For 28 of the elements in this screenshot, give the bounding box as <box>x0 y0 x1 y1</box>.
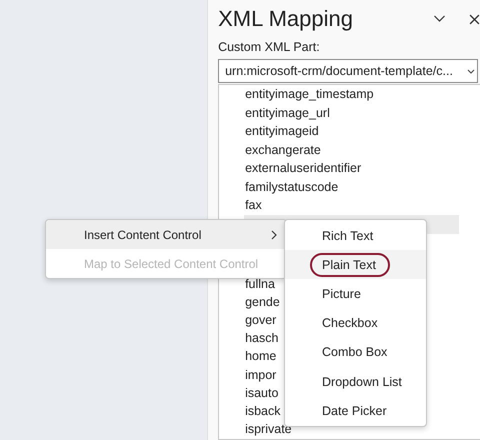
tree-item[interactable]: impor <box>244 368 278 382</box>
tree-item[interactable]: gende <box>244 294 281 309</box>
tree-item[interactable]: isback <box>244 404 282 418</box>
menu-item[interactable]: Combo Box <box>285 338 426 367</box>
pane-title: XML Mapping <box>218 6 353 32</box>
tree-item[interactable]: familystatuscode <box>244 180 340 194</box>
tree-item[interactable]: home <box>244 349 278 364</box>
menu-item[interactable]: Checkbox <box>285 308 426 338</box>
tree-item[interactable]: entityimage_url <box>244 106 331 120</box>
menu-item[interactable]: Rich Text <box>285 221 426 250</box>
caret-icon <box>466 68 475 74</box>
tree-item[interactable]: externaluseridentifier <box>244 161 362 176</box>
chevron-down-icon[interactable] <box>433 15 446 23</box>
menu-item[interactable]: Plain Text <box>285 250 426 280</box>
tree-item[interactable]: gover <box>244 312 278 327</box>
menu-item[interactable]: Picture <box>285 279 426 309</box>
tree-item[interactable]: entityimage_timestamp <box>244 87 375 102</box>
tree-item[interactable]: exchangerate <box>244 142 322 157</box>
tree-item[interactable]: isauto <box>244 386 280 400</box>
tree-item[interactable]: fax <box>244 198 263 212</box>
xml-part-dropdown[interactable]: urn:microsoft-crm/document-template/c... <box>218 59 478 83</box>
tree-item[interactable]: hasch <box>244 331 280 346</box>
tree-item[interactable]: fullna <box>244 276 276 291</box>
close-icon[interactable] <box>469 14 480 24</box>
menu-item[interactable]: Dropdown List <box>285 366 426 396</box>
field-label: Custom XML Part: <box>218 39 321 56</box>
menu-item[interactable]: Insert Content Control <box>46 220 286 249</box>
tree-item[interactable]: entityimageid <box>244 124 320 138</box>
